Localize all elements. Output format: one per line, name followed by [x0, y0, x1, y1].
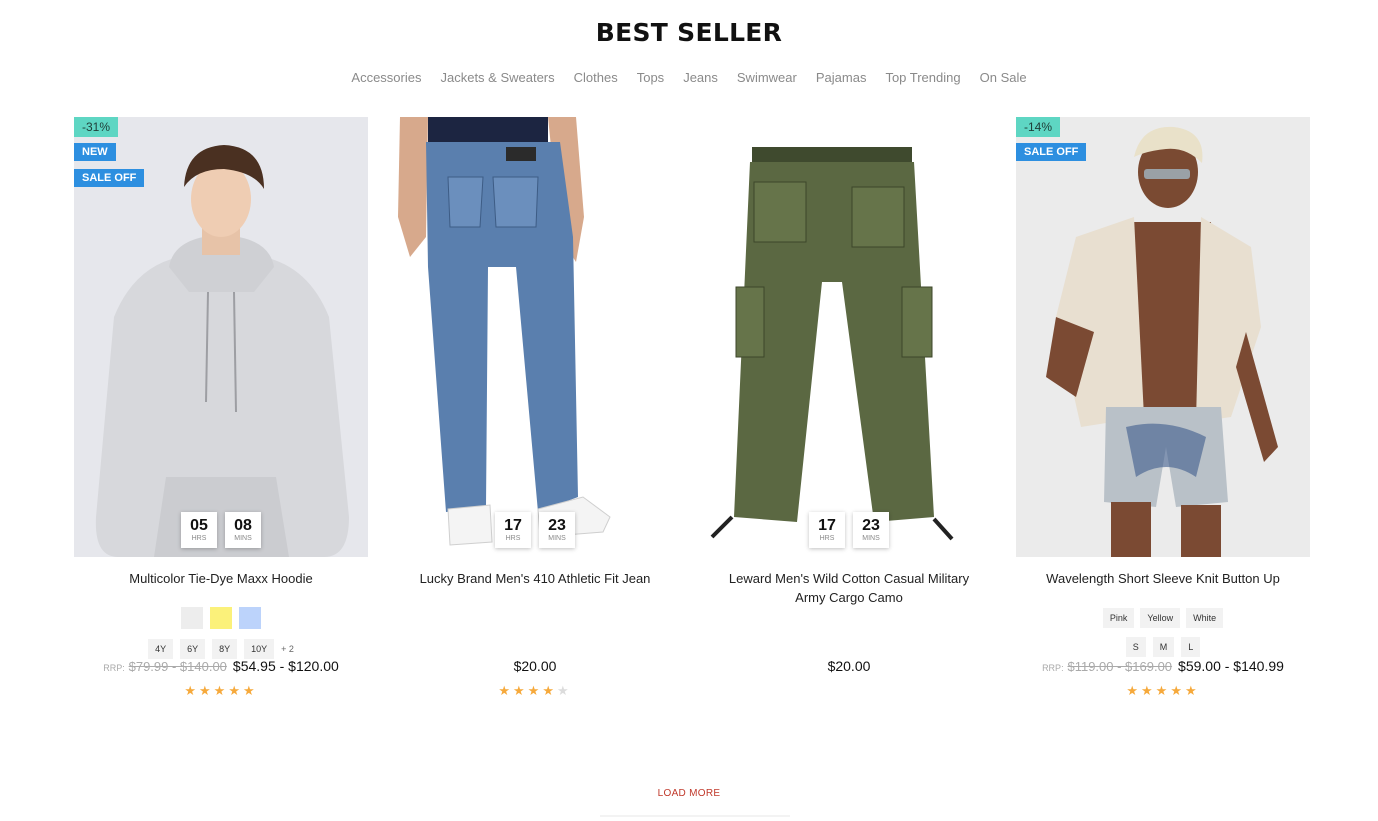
- product-image-link[interactable]: 17 HRS 23 MINS: [388, 117, 682, 557]
- tab-accessories[interactable]: Accessories: [351, 70, 421, 85]
- divider: [600, 815, 790, 817]
- countdown-hours: 05 HRS: [181, 512, 217, 548]
- star-icon: ★: [527, 683, 543, 698]
- load-more-button[interactable]: LOAD MORE: [0, 788, 1378, 799]
- color-options: Pink Yellow White: [1016, 607, 1310, 629]
- tab-jeans[interactable]: Jeans: [683, 70, 718, 85]
- tab-jackets-sweaters[interactable]: Jackets & Sweaters: [440, 70, 554, 85]
- current-price: $20.00: [513, 658, 557, 674]
- new-badge: NEW: [74, 143, 116, 161]
- more-sizes[interactable]: + 2: [281, 644, 294, 654]
- price: RRP: $119.00 - $169.00 $59.00 - $140.99: [1016, 658, 1310, 674]
- size-option[interactable]: M: [1152, 637, 1175, 657]
- jeans-image: [388, 117, 682, 557]
- star-icon: ★: [242, 683, 258, 698]
- star-icon: ★: [228, 683, 243, 698]
- price: $20.00: [388, 658, 682, 674]
- size-options: S M L: [1016, 636, 1310, 658]
- star-icon: ★: [199, 683, 214, 698]
- countdown-hours: 17 HRS: [809, 512, 845, 548]
- price: RRP: $79.99 - $140.00 $54.95 - $120.00: [74, 658, 368, 674]
- countdown-minutes: 08 MINS: [225, 512, 261, 548]
- star-icon: ★: [184, 683, 200, 698]
- size-option[interactable]: 6Y: [180, 639, 206, 659]
- size-option[interactable]: 4Y: [148, 639, 174, 659]
- color-swatch[interactable]: [239, 607, 261, 629]
- tab-pajamas[interactable]: Pajamas: [816, 70, 867, 85]
- current-price: $54.95 - $120.00: [232, 658, 339, 674]
- size-option[interactable]: S: [1125, 637, 1146, 657]
- section-title: BEST SELLER: [595, 18, 783, 47]
- size-option[interactable]: L: [1181, 637, 1201, 657]
- star-icon: ★: [556, 683, 572, 698]
- product-image-link[interactable]: -31% NEW SALE OFF 05 HRS 08 MINS: [74, 117, 368, 557]
- star-icon: ★: [1155, 683, 1171, 698]
- color-swatches: [74, 607, 368, 631]
- star-icon: ★: [1184, 683, 1200, 698]
- size-option[interactable]: 8Y: [212, 639, 238, 659]
- countdown-timer: 17 HRS 23 MINS: [809, 512, 889, 548]
- star-icon: ★: [542, 683, 557, 698]
- star-icon: ★: [1170, 683, 1185, 698]
- color-option[interactable]: Yellow: [1140, 608, 1181, 628]
- product-card: 17 HRS 23 MINS Lucky Brand Men's 410 Ath…: [388, 117, 682, 698]
- cargo-pants-image: [702, 117, 996, 557]
- sale-off-badge: SALE OFF: [74, 169, 145, 187]
- size-option[interactable]: 10Y: [244, 639, 275, 659]
- rrp-label: RRP:: [1042, 663, 1064, 673]
- old-price: $119.00 - $169.00: [1067, 659, 1173, 674]
- discount-badge: -14%: [1016, 117, 1061, 137]
- color-option[interactable]: Pink: [1102, 608, 1135, 628]
- old-price: $79.99 - $140.00: [128, 659, 227, 674]
- price: $20.00: [702, 658, 996, 674]
- star-icon: ★: [498, 683, 514, 698]
- product-image-link[interactable]: -14% SALE OFF: [1016, 117, 1310, 557]
- product-image-link[interactable]: 17 HRS 23 MINS: [702, 117, 996, 557]
- product-card: -14% SALE OFF Wavelength Short Sleeve Kn…: [1016, 117, 1310, 698]
- product-card: -31% NEW SALE OFF 05 HRS 08 MINS Multico…: [74, 117, 368, 698]
- product-title[interactable]: Multicolor Tie-Dye Maxx Hoodie: [74, 569, 368, 607]
- product-title[interactable]: Leward Men's Wild Cotton Casual Military…: [702, 569, 996, 607]
- current-price: $20.00: [827, 658, 871, 674]
- color-option[interactable]: White: [1186, 608, 1224, 628]
- countdown-hours: 17 HRS: [495, 512, 531, 548]
- star-icon: ★: [1141, 683, 1156, 698]
- color-swatch[interactable]: [181, 607, 203, 629]
- rating-stars: ★★★★★: [74, 683, 368, 699]
- knit-shirt-image: [1016, 117, 1310, 557]
- current-price: $59.00 - $140.99: [1178, 658, 1284, 674]
- countdown-timer: 17 HRS 23 MINS: [495, 512, 575, 548]
- countdown-minutes: 23 MINS: [853, 512, 889, 548]
- star-icon: ★: [513, 683, 528, 698]
- product-card: 17 HRS 23 MINS Leward Men's Wild Cotton …: [702, 117, 996, 674]
- tab-tops[interactable]: Tops: [637, 70, 664, 85]
- tab-top-trending[interactable]: Top Trending: [885, 70, 960, 85]
- product-title[interactable]: Lucky Brand Men's 410 Athletic Fit Jean: [388, 569, 682, 607]
- rating-stars: ★★★★★: [1016, 683, 1310, 699]
- tab-on-sale[interactable]: On Sale: [980, 70, 1027, 85]
- product-title[interactable]: Wavelength Short Sleeve Knit Button Up: [1016, 569, 1310, 607]
- color-swatch[interactable]: [210, 607, 232, 629]
- countdown-timer: 05 HRS 08 MINS: [181, 512, 261, 548]
- tab-clothes[interactable]: Clothes: [574, 70, 618, 85]
- rating-stars: ★★★★★: [388, 683, 682, 699]
- tab-swimwear[interactable]: Swimwear: [737, 70, 797, 85]
- countdown-minutes: 23 MINS: [539, 512, 575, 548]
- rrp-label: RRP:: [103, 663, 125, 673]
- size-options: 4Y 6Y 8Y 10Y + 2: [74, 638, 368, 660]
- product-grid: -31% NEW SALE OFF 05 HRS 08 MINS Multico…: [74, 117, 1310, 698]
- sale-off-badge: SALE OFF: [1016, 143, 1087, 161]
- category-tabs: Accessories Jackets & Sweaters Clothes T…: [0, 70, 1378, 85]
- star-icon: ★: [1126, 683, 1142, 698]
- discount-badge: -31%: [74, 117, 119, 137]
- star-icon: ★: [213, 683, 229, 698]
